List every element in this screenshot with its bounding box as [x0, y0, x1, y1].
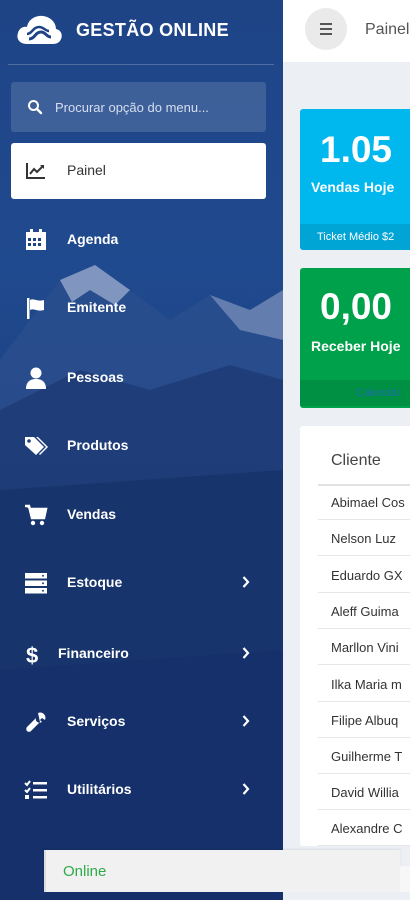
calendar-icon [26, 229, 46, 250]
receivable-today-value: 0,00 [320, 286, 393, 327]
search-input[interactable] [55, 94, 255, 120]
menu-search [11, 82, 266, 132]
sidebar-item-utilitarios[interactable]: Utilitários [11, 762, 266, 818]
sidebar-item-vendas[interactable]: Vendas [11, 487, 266, 543]
table-row[interactable]: Filipe Albuq [318, 702, 410, 738]
chevron-right-icon [242, 576, 250, 588]
sidebar-item-agenda[interactable]: Agenda [11, 212, 266, 268]
table-row[interactable]: Alexandre C [318, 810, 410, 846]
hamburger-icon [320, 28, 332, 30]
chevron-right-icon [242, 715, 250, 727]
menu-toggle-button[interactable] [305, 8, 347, 50]
status-text: Online [63, 863, 107, 880]
client-name: Eduardo GX [331, 568, 403, 583]
cloud-logo-icon [17, 15, 62, 44]
sidebar-item-label: Painel [67, 162, 106, 178]
table-row[interactable]: Guilherme T [318, 738, 410, 774]
hamburger-icon [320, 23, 332, 25]
sidebar-item-painel[interactable]: Painel [11, 143, 266, 199]
tags-icon [25, 437, 48, 455]
wrench-icon [26, 712, 46, 732]
sidebar: GESTÃO ONLINE Painel Agenda [0, 0, 283, 900]
sidebar-item-label: Produtos [67, 437, 129, 453]
table-row[interactable]: Ilka Maria m [318, 666, 410, 702]
sidebar-item-financeiro[interactable]: $ Financeiro [11, 626, 266, 682]
client-name: Filipe Albuq [331, 713, 399, 728]
client-name: Nelson Luz [331, 531, 397, 546]
sidebar-item-label: Serviços [67, 713, 126, 729]
search-icon [28, 100, 43, 115]
ticket-medio-link: Ticket Médio $2 [317, 231, 395, 243]
calendar-link: Calendár [356, 387, 401, 399]
table-row[interactable]: Aleff Guima [318, 593, 410, 629]
chevron-right-icon [242, 783, 250, 795]
table-row[interactable]: Marllon Vini [318, 629, 410, 665]
sidebar-item-pessoas[interactable]: Pessoas [11, 350, 266, 406]
brand[interactable]: GESTÃO ONLINE [0, 0, 283, 62]
online-status-bar[interactable]: Online [44, 850, 400, 892]
table-row[interactable]: Abimael Cos [318, 484, 410, 520]
cart-icon [25, 504, 48, 526]
page-title: Painel [365, 21, 410, 38]
sidebar-item-produtos[interactable]: Produtos [11, 418, 266, 474]
receivable-today-card[interactable]: 0,00 Receber Hoje Calendár [300, 268, 410, 408]
table-row[interactable]: David Willia [318, 774, 410, 810]
table-row[interactable]: Nelson Luz [318, 520, 410, 556]
sidebar-item-label: Vendas [67, 506, 117, 522]
chevron-right-icon [242, 647, 250, 659]
sidebar-item-servicos[interactable]: Serviços [11, 694, 266, 750]
sales-today-label: Vendas Hoje [311, 179, 395, 195]
client-name: Guilherme T [331, 749, 403, 764]
client-name: Marllon Vini [331, 640, 399, 655]
sales-today-value: 1.05 [320, 129, 393, 170]
svg-text:$: $ [26, 643, 38, 665]
sidebar-item-estoque[interactable]: Estoque [11, 555, 266, 611]
client-name: Ilka Maria m [331, 677, 402, 692]
sidebar-item-emitente[interactable]: Emitente [11, 280, 266, 336]
client-name: Abimael Cos [331, 495, 405, 510]
brand-name: GESTÃO ONLINE [76, 20, 229, 40]
tasks-icon [24, 780, 47, 799]
card-footer[interactable]: Calendár [300, 380, 410, 406]
receivable-today-label: Receber Hoje [311, 338, 401, 354]
card-footer[interactable]: Ticket Médio $2 [300, 224, 410, 250]
divider [8, 64, 274, 65]
sidebar-item-label: Financeiro [58, 645, 129, 661]
sidebar-item-label: Utilitários [67, 781, 132, 797]
top-bar: Painel [283, 0, 410, 62]
client-name: Alexandre C [331, 821, 403, 836]
status-bar-edge [400, 866, 410, 892]
table-row[interactable]: Eduardo GX [318, 557, 410, 593]
sales-today-card[interactable]: 1.05 Vendas Hoje Ticket Médio $2 [300, 109, 410, 250]
user-icon [26, 367, 46, 389]
client-name: David Willia [331, 785, 399, 800]
sidebar-item-label: Emitente [67, 299, 127, 315]
hamburger-icon [320, 33, 332, 35]
chart-line-icon [26, 163, 45, 179]
sidebar-item-label: Estoque [67, 574, 123, 590]
client-name: Aleff Guima [331, 604, 399, 619]
server-icon [25, 573, 47, 594]
sidebar-item-label: Agenda [67, 231, 119, 247]
sidebar-item-label: Pessoas [67, 369, 124, 385]
flag-icon [27, 298, 44, 319]
dollar-icon: $ [26, 643, 38, 665]
clients-table: Cliente Abimael Cos Nelson Luz Eduardo G… [300, 426, 410, 846]
column-header-cliente: Cliente [331, 452, 381, 469]
